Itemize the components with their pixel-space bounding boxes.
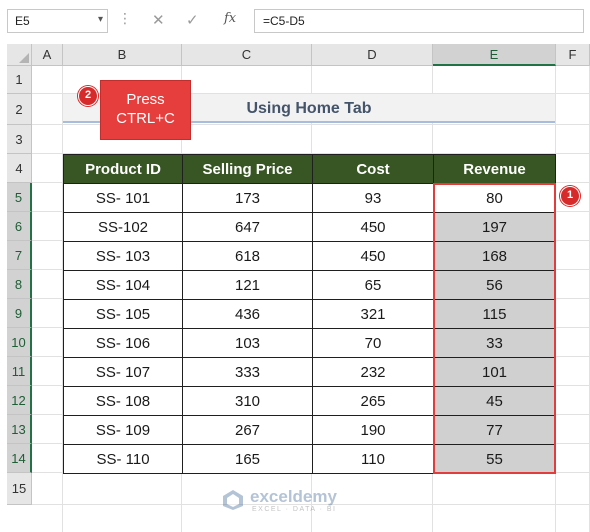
row-header-6[interactable]: 6	[7, 212, 32, 241]
column-header-c[interactable]: C	[182, 44, 312, 66]
row-header-7[interactable]: 7	[7, 241, 32, 270]
cell-selling-price[interactable]: 310	[182, 386, 313, 416]
header-selling-price[interactable]: Selling Price	[182, 154, 313, 184]
name-box-value: E5	[15, 14, 30, 28]
cell-revenue[interactable]: 45	[433, 386, 556, 416]
cell-selling-price[interactable]: 165	[182, 444, 313, 474]
cell-selling-price[interactable]: 618	[182, 241, 313, 271]
cell-selling-price[interactable]: 267	[182, 415, 313, 445]
table-row: SS- 107 333 232 101	[63, 357, 556, 387]
watermark-name: exceldemy	[250, 487, 337, 506]
table-row: SS- 105 436 321 115	[63, 299, 556, 329]
press-ctrl-c-callout: Press CTRL+C	[100, 80, 191, 140]
cell-cost[interactable]: 450	[312, 241, 434, 271]
select-all-icon	[19, 53, 29, 63]
watermark: exceldemy EXCEL · DATA · BI	[222, 487, 372, 517]
more-options-icon: ⋮	[118, 10, 132, 26]
row-header-5[interactable]: 5	[7, 183, 32, 212]
table-row: SS- 101 173 93 80	[63, 183, 556, 213]
watermark-tagline: EXCEL · DATA · BI	[252, 506, 337, 513]
row-header-4[interactable]: 4	[7, 154, 32, 183]
cell-product-id[interactable]: SS- 105	[63, 299, 183, 329]
column-header-b[interactable]: B	[63, 44, 182, 66]
cell-revenue[interactable]: 197	[433, 212, 556, 242]
cell-product-id[interactable]: SS- 104	[63, 270, 183, 300]
cell-revenue[interactable]: 55	[433, 444, 556, 474]
table-row: SS-102 647 450 197	[63, 212, 556, 242]
cell-revenue[interactable]: 115	[433, 299, 556, 329]
cell-product-id[interactable]: SS-102	[63, 212, 183, 242]
header-product-id[interactable]: Product ID	[63, 154, 183, 184]
row-header-12[interactable]: 12	[7, 386, 32, 415]
cell-revenue[interactable]: 77	[433, 415, 556, 445]
cell-product-id[interactable]: SS- 103	[63, 241, 183, 271]
cell-selling-price[interactable]: 103	[182, 328, 313, 358]
exceldemy-logo-icon	[223, 490, 243, 510]
row-header-11[interactable]: 11	[7, 357, 32, 386]
cell-selling-price[interactable]: 647	[182, 212, 313, 242]
cell-cost[interactable]: 93	[312, 183, 434, 213]
enter-icon[interactable]: ✓	[186, 11, 199, 29]
row-header-10[interactable]: 10	[7, 328, 32, 357]
table-row: SS- 106 103 70 33	[63, 328, 556, 358]
column-header-a[interactable]: A	[32, 44, 63, 66]
column-header-e[interactable]: E	[433, 44, 556, 66]
cell-revenue[interactable]: 168	[433, 241, 556, 271]
cell-product-id[interactable]: SS- 109	[63, 415, 183, 445]
row-header-15[interactable]: 15	[7, 473, 32, 505]
cell-selling-price[interactable]: 121	[182, 270, 313, 300]
cell-selling-price[interactable]: 173	[182, 183, 313, 213]
cancel-icon[interactable]: ✕	[152, 11, 165, 29]
step-1-badge: 1	[560, 186, 580, 206]
table-header-row: Product ID Selling Price Cost Revenue	[63, 154, 556, 184]
cell-cost[interactable]: 265	[312, 386, 434, 416]
cell-cost[interactable]: 110	[312, 444, 434, 474]
cell-cost[interactable]: 321	[312, 299, 434, 329]
cell-product-id[interactable]: SS- 110	[63, 444, 183, 474]
formula-input[interactable]: =C5-D5	[254, 9, 584, 33]
row-header-3[interactable]: 3	[7, 125, 32, 154]
cell-cost[interactable]: 70	[312, 328, 434, 358]
cell-selling-price[interactable]: 333	[182, 357, 313, 387]
cell-product-id[interactable]: SS- 108	[63, 386, 183, 416]
formula-bar: E5 ▾ ⋮ ✕ ✓ fx =C5-D5	[0, 0, 590, 42]
cell-revenue[interactable]: 33	[433, 328, 556, 358]
row-header-9[interactable]: 9	[7, 299, 32, 328]
insert-function-icon[interactable]: fx	[224, 11, 236, 26]
cell-cost[interactable]: 232	[312, 357, 434, 387]
table-row: SS- 104 121 65 56	[63, 270, 556, 300]
header-cost[interactable]: Cost	[312, 154, 434, 184]
cell-cost[interactable]: 190	[312, 415, 434, 445]
formula-bar-buttons: ✕ ✓ fx	[140, 9, 250, 33]
callout-line-2: CTRL+C	[116, 110, 175, 127]
table-row: SS- 109 267 190 77	[63, 415, 556, 445]
table-row: SS- 103 618 450 168	[63, 241, 556, 271]
select-all-button[interactable]	[7, 44, 32, 66]
callout-line-1: Press	[126, 91, 165, 108]
cell-revenue[interactable]: 101	[433, 357, 556, 387]
header-revenue[interactable]: Revenue	[433, 154, 556, 184]
cell-revenue[interactable]: 56	[433, 270, 556, 300]
cell-cost[interactable]: 65	[312, 270, 434, 300]
cell-cost[interactable]: 450	[312, 212, 434, 242]
cell-product-id[interactable]: SS- 106	[63, 328, 183, 358]
table-row: SS- 108 310 265 45	[63, 386, 556, 416]
row-header-8[interactable]: 8	[7, 270, 32, 299]
row-header-13[interactable]: 13	[7, 415, 32, 444]
cell-selling-price[interactable]: 436	[182, 299, 313, 329]
name-box[interactable]: E5 ▾	[7, 9, 108, 33]
table-row: SS- 110 165 110 55	[63, 444, 556, 474]
cell-product-id[interactable]: SS- 101	[63, 183, 183, 213]
step-2-badge: 2	[78, 86, 98, 106]
column-header-d[interactable]: D	[312, 44, 433, 66]
chevron-down-icon[interactable]: ▾	[98, 14, 103, 25]
cell-revenue[interactable]: 80	[433, 183, 556, 213]
column-header-f[interactable]: F	[556, 44, 590, 66]
row-header-2[interactable]: 2	[7, 94, 32, 125]
row-header-1[interactable]: 1	[7, 66, 32, 94]
row-header-14[interactable]: 14	[7, 444, 32, 473]
cell-product-id[interactable]: SS- 107	[63, 357, 183, 387]
revenue-table: Product ID Selling Price Cost Revenue SS…	[63, 154, 556, 474]
